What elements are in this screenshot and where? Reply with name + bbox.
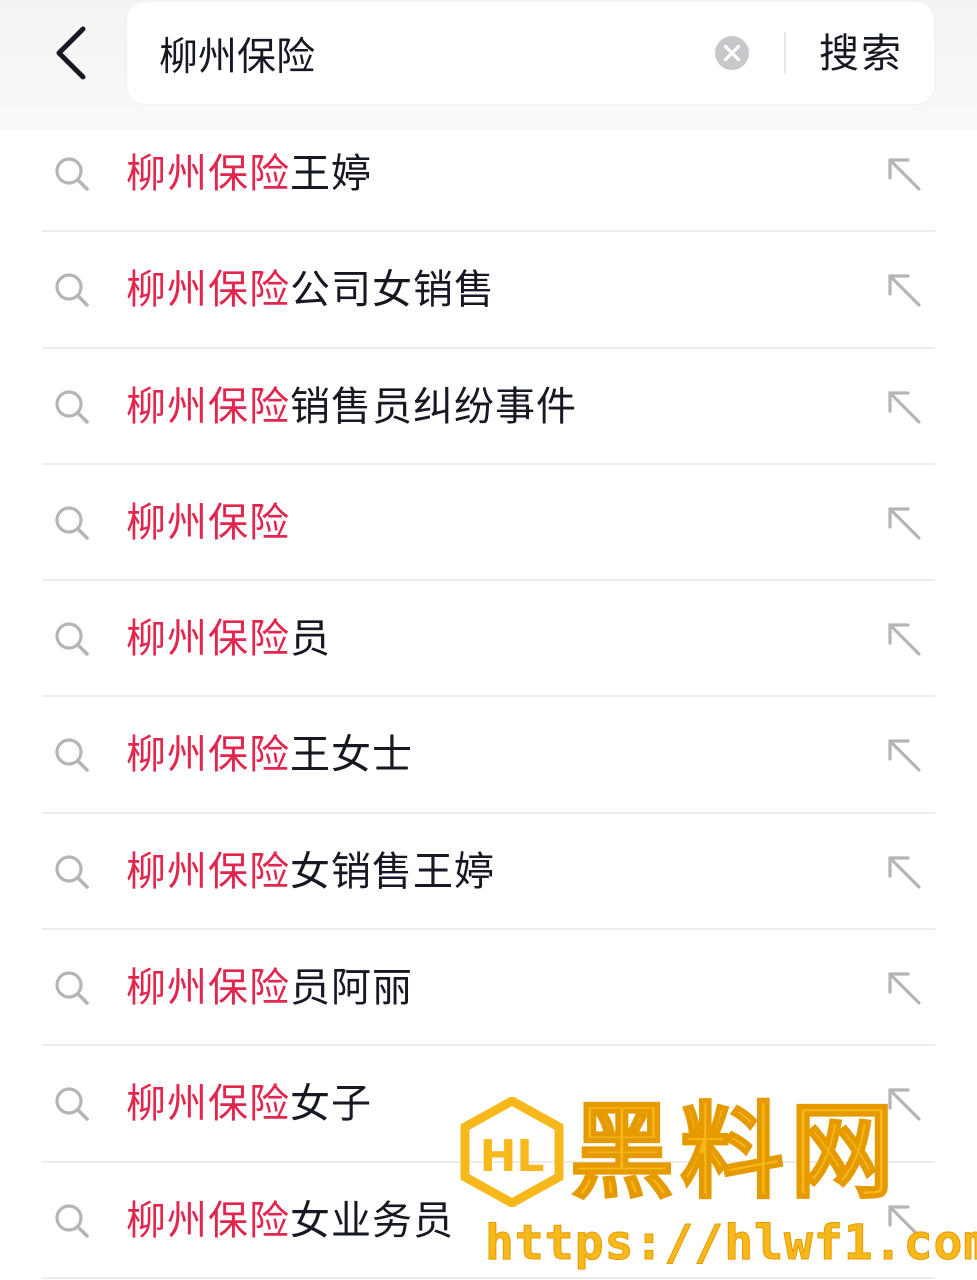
suggestion-item[interactable]: 柳州保险女销售王婷: [0, 814, 977, 931]
suggestion-highlight: 柳州保险: [126, 1197, 290, 1244]
suggestion-highlight: 柳州保险: [126, 267, 290, 314]
suggestion-highlight: 柳州保险: [126, 1081, 290, 1128]
search-icon: [55, 1204, 89, 1238]
search-icon: [55, 273, 89, 308]
suggestion-rest: 女销售王婷: [290, 848, 495, 895]
suggestion-text: 柳州保险王女士: [126, 725, 413, 785]
arrow-up-left-icon[interactable]: [884, 154, 924, 194]
arrow-up-left-icon[interactable]: [884, 735, 924, 775]
suggestion-text: 柳州保险女业务员: [126, 1191, 454, 1251]
clear-circle-icon[interactable]: [714, 35, 750, 71]
arrow-up-left-icon[interactable]: [884, 852, 924, 892]
suggestion-text: 柳州保险公司女销售: [126, 260, 495, 320]
suggestion-highlight: 柳州保险: [126, 616, 290, 663]
suggestion-rest: 销售员纠纷事件: [290, 383, 577, 430]
search-icon: [55, 157, 89, 191]
search-input[interactable]: [159, 26, 699, 82]
search-icon: [55, 506, 89, 540]
chevron-left-icon: [56, 26, 86, 80]
suggestion-text: 柳州保险女子: [126, 1074, 372, 1134]
suggestion-text: 柳州保险员阿丽: [126, 958, 413, 1018]
suggestion-list: 柳州保险王婷 柳州保险公司女销售 柳州保险销售员纠纷事件 柳州保险 柳州保险员 柳州保险王…: [0, 116, 977, 1280]
arrow-up-left-icon[interactable]: [884, 270, 924, 310]
search-box: 搜索: [127, 2, 934, 104]
arrow-up-left-icon[interactable]: [884, 619, 924, 659]
search-icon: [55, 971, 89, 1005]
suggestion-rest: 员阿丽: [290, 965, 413, 1012]
search-icon: [55, 1087, 89, 1122]
search-suggestions-page: 搜索 柳州保险王婷柳州保险公司女销售柳州保险销售员纠纷事件柳州保险柳州保险员柳州…: [0, 0, 977, 1280]
suggestion-text: 柳州保险销售员纠纷事件: [126, 377, 577, 437]
suggestion-item[interactable]: 柳州保险销售员纠纷事件: [0, 349, 977, 466]
suggestion-highlight: 柳州保险: [126, 499, 290, 546]
suggestion-text: 柳州保险: [126, 493, 290, 553]
suggestion-text: 柳州保险女销售王婷: [126, 842, 495, 902]
suggestion-text: 柳州保险王婷: [126, 144, 372, 204]
suggestion-highlight: 柳州保险: [126, 151, 290, 197]
arrow-up-left-icon[interactable]: [884, 1084, 924, 1124]
suggestion-rest: 女业务员: [290, 1197, 454, 1244]
search-icon: [55, 738, 89, 773]
arrow-up-left-icon[interactable]: [884, 1201, 924, 1241]
suggestion-item[interactable]: 柳州保险: [0, 465, 977, 582]
suggestion-highlight: 柳州保险: [126, 965, 290, 1012]
suggestion-rest: 员: [290, 616, 331, 663]
search-header: 搜索: [0, 0, 977, 130]
suggestion-rest: 公司女销售: [290, 267, 495, 314]
suggestion-item[interactable]: 柳州保险女子: [0, 1046, 977, 1163]
suggestion-item[interactable]: 柳州保险王婷: [0, 116, 977, 233]
suggestion-highlight: 柳州保险: [126, 848, 290, 895]
arrow-up-left-icon[interactable]: [884, 968, 924, 1008]
suggestion-item[interactable]: 柳州保险公司女销售: [0, 232, 977, 349]
suggestion-item[interactable]: 柳州保险员: [0, 581, 977, 698]
suggestion-text: 柳州保险员: [126, 609, 331, 669]
back-button[interactable]: [40, 18, 100, 88]
suggestion-rest: 王婷: [290, 151, 372, 197]
search-divider: [784, 32, 786, 74]
arrow-up-left-icon[interactable]: [884, 387, 924, 427]
search-icon: [55, 855, 89, 889]
suggestion-highlight: 柳州保险: [126, 383, 290, 430]
suggestion-rest: 王女士: [290, 732, 413, 779]
suggestion-highlight: 柳州保险: [126, 732, 290, 779]
suggestion-item[interactable]: 柳州保险员阿丽: [0, 930, 977, 1047]
arrow-up-left-icon[interactable]: [884, 503, 924, 543]
suggestion-item[interactable]: 柳州保险王女士: [0, 697, 977, 815]
search-button[interactable]: 搜索: [819, 24, 903, 84]
suggestion-item[interactable]: 柳州保险女业务员: [0, 1163, 977, 1280]
suggestion-rest: 女子: [290, 1081, 372, 1128]
search-icon: [55, 389, 89, 424]
search-icon: [55, 622, 89, 656]
